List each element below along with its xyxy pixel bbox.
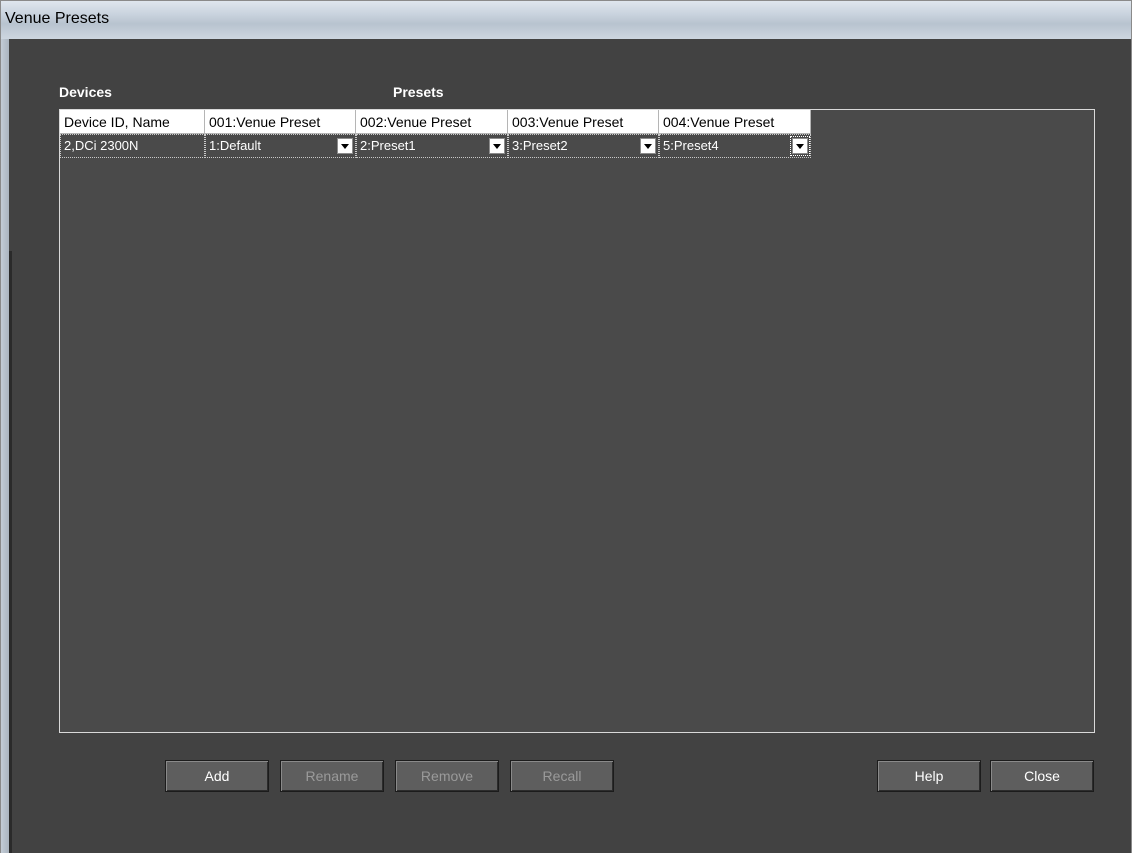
dialog-client-area: Devices Presets Device ID, Name 001:Venu… [9,39,1131,853]
rename-button[interactable]: Rename [280,760,384,792]
header-preset-001[interactable]: 001:Venue Preset [205,110,356,134]
header-preset-004[interactable]: 004:Venue Preset [659,110,811,134]
remove-button[interactable]: Remove [395,760,499,792]
table-row-device-cell[interactable]: 2,DCi 2300N [60,134,205,158]
chevron-down-icon[interactable] [640,138,656,154]
preset-003-value: 3:Preset2 [512,138,568,153]
preset-001-value: 1:Default [209,138,262,153]
chevron-down-icon[interactable] [489,138,505,154]
presets-label: Presets [393,84,444,100]
preset-002-dropdown[interactable]: 2:Preset1 [356,134,508,158]
preset-004-dropdown[interactable]: 5:Preset4 [659,134,811,158]
header-preset-002[interactable]: 002:Venue Preset [356,110,508,134]
chevron-down-icon[interactable] [790,136,810,156]
window-left-frame [1,39,9,853]
preset-002-value: 2:Preset1 [360,138,416,153]
venue-presets-window: Venue Presets Devices Presets Device ID,… [0,0,1132,853]
preset-003-dropdown[interactable]: 3:Preset2 [508,134,659,158]
close-button[interactable]: Close [990,760,1094,792]
devices-label: Devices [59,84,112,100]
help-button[interactable]: Help [877,760,981,792]
header-device-id-name[interactable]: Device ID, Name [60,110,205,134]
chevron-down-icon[interactable] [337,138,353,154]
title-bar[interactable]: Venue Presets [1,1,1131,40]
window-edge-shadow [9,251,12,853]
add-button[interactable]: Add [165,760,269,792]
device-name-text: 2,DCi 2300N [64,138,139,153]
header-preset-003[interactable]: 003:Venue Preset [508,110,659,134]
recall-button[interactable]: Recall [510,760,614,792]
preset-004-value: 5:Preset4 [663,138,719,153]
venue-presets-grid[interactable]: Device ID, Name 001:Venue Preset 002:Ven… [59,109,1095,733]
preset-001-dropdown[interactable]: 1:Default [205,134,356,158]
window-title: Venue Presets [5,10,110,27]
